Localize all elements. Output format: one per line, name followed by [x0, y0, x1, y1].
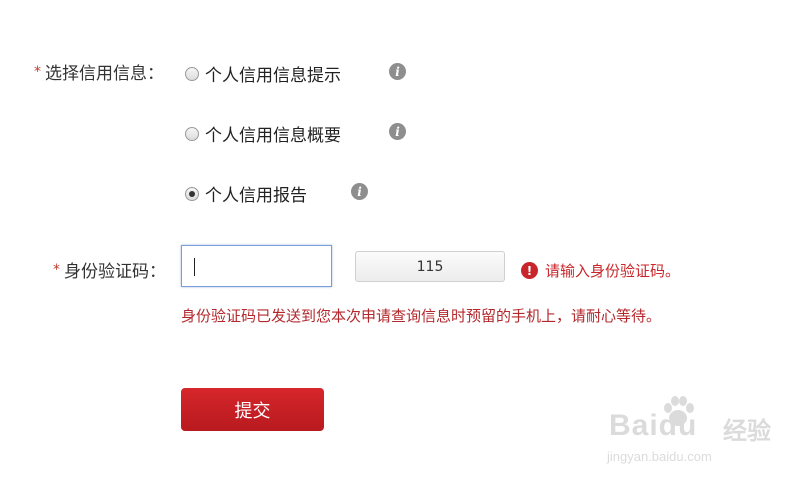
credit-info-label-text: 选择信用信息：	[45, 64, 164, 84]
watermark-url: jingyan.baidu.com	[607, 449, 712, 464]
radio-button[interactable]	[185, 126, 199, 141]
option-label: 个人信用报告	[205, 186, 307, 206]
error-message: ! 请输入身份验证码。	[521, 260, 680, 281]
required-mark: *	[53, 262, 60, 278]
radio-option-credit-overview[interactable]: 个人信用信息概要	[185, 121, 341, 146]
option-label: 个人信用信息概要	[205, 126, 341, 146]
exclamation-icon: !	[521, 262, 538, 279]
info-icon[interactable]: i	[351, 183, 368, 200]
verification-label-text: 身份验证码：	[64, 262, 166, 282]
error-text: 请输入身份验证码。	[545, 262, 681, 280]
watermark-brand: Baidu	[609, 409, 698, 442]
sms-hint-text: 身份验证码已发送到您本次申请查询信息时预留的手机上，请耐心等待。	[181, 307, 662, 325]
info-icon[interactable]: i	[389, 123, 406, 140]
credit-query-form: * 选择信用信息： 个人信用信息提示 i 个人信用信息概要 i 个人信用报告 i …	[0, 0, 787, 481]
text-caret	[194, 258, 195, 276]
radio-option-credit-report[interactable]: 个人信用报告	[185, 181, 307, 206]
info-icon[interactable]: i	[389, 63, 406, 80]
required-mark: *	[34, 64, 41, 80]
resend-countdown-button[interactable]: 115	[355, 251, 505, 282]
verification-label: * 身份验证码：	[53, 257, 166, 282]
watermark-sub: 经验	[723, 417, 771, 445]
radio-option-credit-summary-tip[interactable]: 个人信用信息提示	[185, 61, 341, 86]
credit-info-label: * 选择信用信息：	[34, 59, 164, 84]
radio-button-selected[interactable]	[185, 186, 199, 201]
verification-code-input[interactable]	[181, 245, 332, 287]
submit-button[interactable]: 提交	[181, 388, 324, 431]
baidu-jingyan-watermark: Baidu 经验 jingyan.baidu.com	[603, 395, 783, 475]
radio-dot	[189, 190, 195, 197]
radio-button[interactable]	[185, 66, 199, 81]
option-label: 个人信用信息提示	[205, 66, 341, 86]
